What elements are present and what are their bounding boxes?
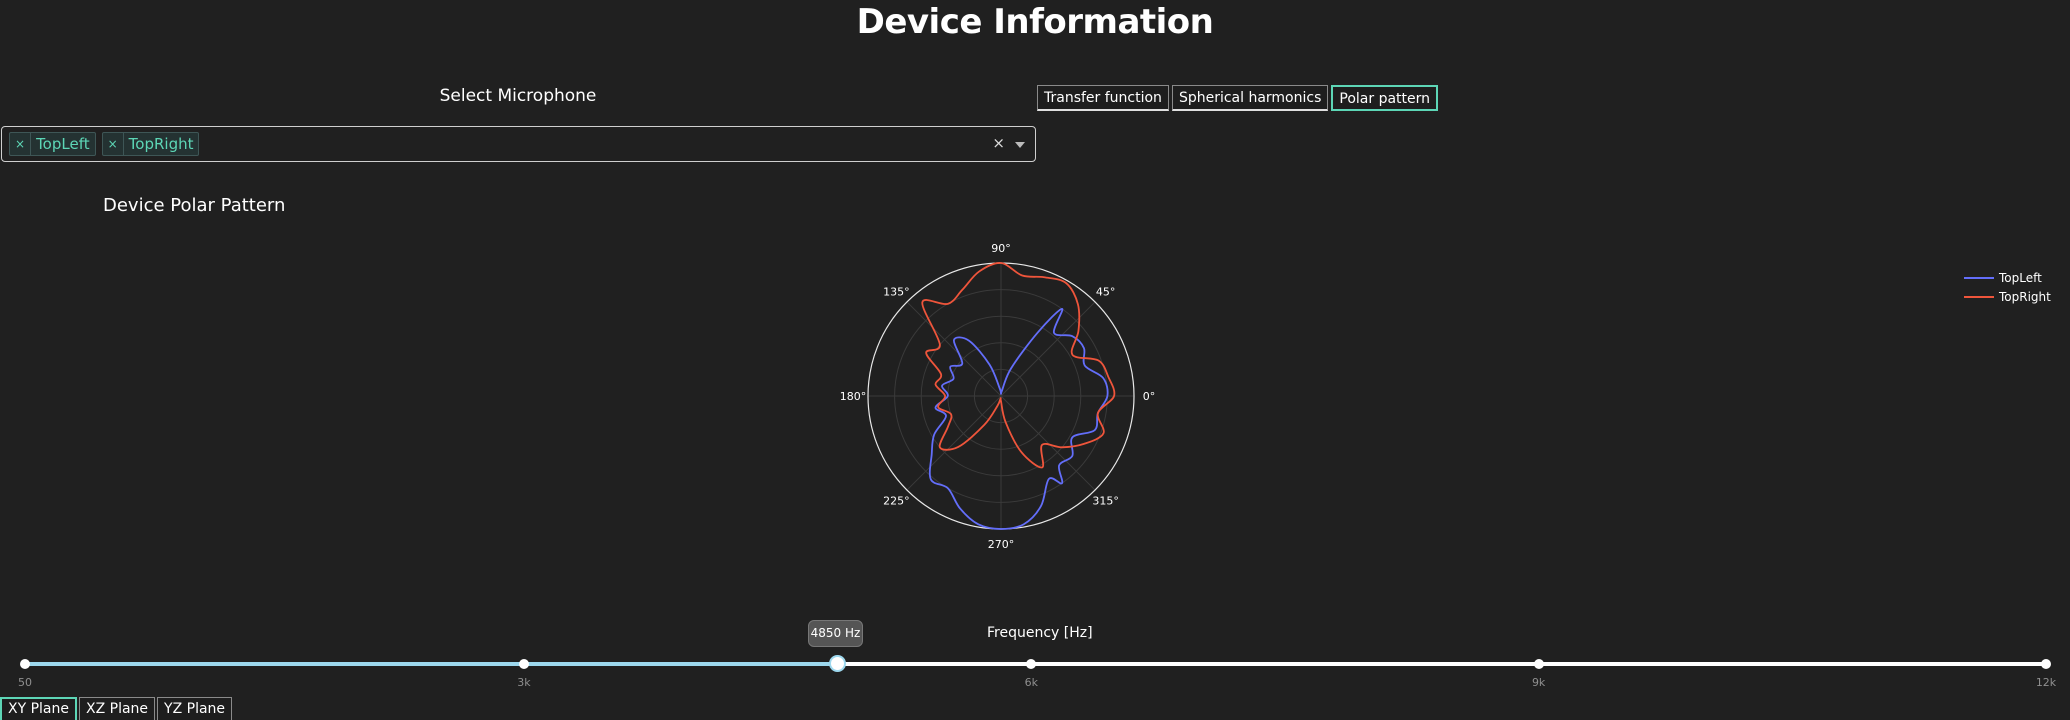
chip-topright: × TopRight <box>101 132 200 156</box>
slider-mark-label: 6k <box>1024 676 1038 689</box>
angular-tick-label: 45° <box>1096 285 1116 298</box>
clear-all-icon[interactable]: × <box>992 134 1005 152</box>
frequency-slider[interactable]: 50 3k 6k 9k 12k <box>18 655 2056 689</box>
angular-tick-label: 225° <box>883 495 910 508</box>
angular-tick-label: 315° <box>1092 495 1119 508</box>
slider-mark-dot[interactable] <box>2041 659 2051 669</box>
slider-fill <box>25 662 837 666</box>
chevron-down-icon[interactable] <box>1015 142 1025 148</box>
slider-mark-label: 12k <box>2035 676 2057 689</box>
remove-topleft-icon[interactable]: × <box>10 133 32 155</box>
slider-mark-dot[interactable] <box>518 659 529 669</box>
slider-mark-dot[interactable] <box>1533 659 1544 669</box>
angular-gridline <box>906 301 1002 397</box>
plane-tabs: XY Plane XZ Plane YZ Plane <box>0 697 233 720</box>
remove-topright-icon[interactable]: × <box>103 133 124 155</box>
frequency-label: Frequency [Hz] <box>987 625 1093 641</box>
slider-mark-label: 50 <box>18 676 32 689</box>
legend-item-topleft[interactable]: TopLeft <box>1964 268 2051 287</box>
tab-spherical-harmonics[interactable]: Spherical harmonics <box>1171 85 1329 111</box>
tab-transfer-function[interactable]: Transfer function <box>1037 85 1169 111</box>
angular-tick-label: 180° <box>840 390 867 403</box>
polar-chart: 0° 45° 90° 135° 180° 225° 270° 315° <box>840 242 1156 551</box>
legend-swatch-topleft <box>1964 276 1994 279</box>
chip-label: TopLeft <box>36 135 90 153</box>
chart-title: Device Polar Pattern <box>103 195 286 216</box>
angular-tick-label: 90° <box>991 242 1011 255</box>
tab-xz-plane[interactable]: XZ Plane <box>79 697 156 720</box>
microphone-multiselect[interactable]: × TopLeft × TopRight × <box>1 126 1036 162</box>
polar-grid <box>867 262 1135 530</box>
page-title: Device Information <box>856 2 1214 42</box>
angular-tick-label: 0° <box>1143 390 1156 403</box>
angular-gridline <box>906 395 1002 491</box>
chip-label: TopRight <box>128 135 194 153</box>
legend-item-topright[interactable]: TopRight <box>1964 287 2051 306</box>
select-microphone-label: Select Microphone <box>439 86 597 106</box>
legend-label-topright: TopRight <box>1999 289 2051 304</box>
legend-swatch-topright <box>1964 295 1994 298</box>
chip-topleft: × TopLeft <box>9 132 96 156</box>
slider-value-tooltip: 4850 Hz <box>808 620 863 647</box>
view-tabs: Transfer function Spherical harmonics Po… <box>1037 85 1439 111</box>
tab-yz-plane[interactable]: YZ Plane <box>157 697 233 720</box>
angular-tick-label: 135° <box>883 285 910 298</box>
slider-handle[interactable] <box>828 655 846 672</box>
legend-label-topleft: TopLeft <box>1999 270 2042 285</box>
tab-xy-plane[interactable]: XY Plane <box>0 697 77 720</box>
slider-mark-dot[interactable] <box>20 659 30 669</box>
tab-polar-pattern[interactable]: Polar pattern <box>1331 85 1439 111</box>
slider-mark-dot[interactable] <box>1026 659 1037 669</box>
slider-mark-label: 3k <box>517 676 531 689</box>
angular-tick-label: 270° <box>988 538 1015 551</box>
chart-legend: TopLeft TopRight <box>1964 268 2051 306</box>
series-line-topleft <box>928 307 1109 530</box>
angular-gridline <box>1000 301 1096 397</box>
slider-mark-label: 9k <box>1531 676 1546 689</box>
